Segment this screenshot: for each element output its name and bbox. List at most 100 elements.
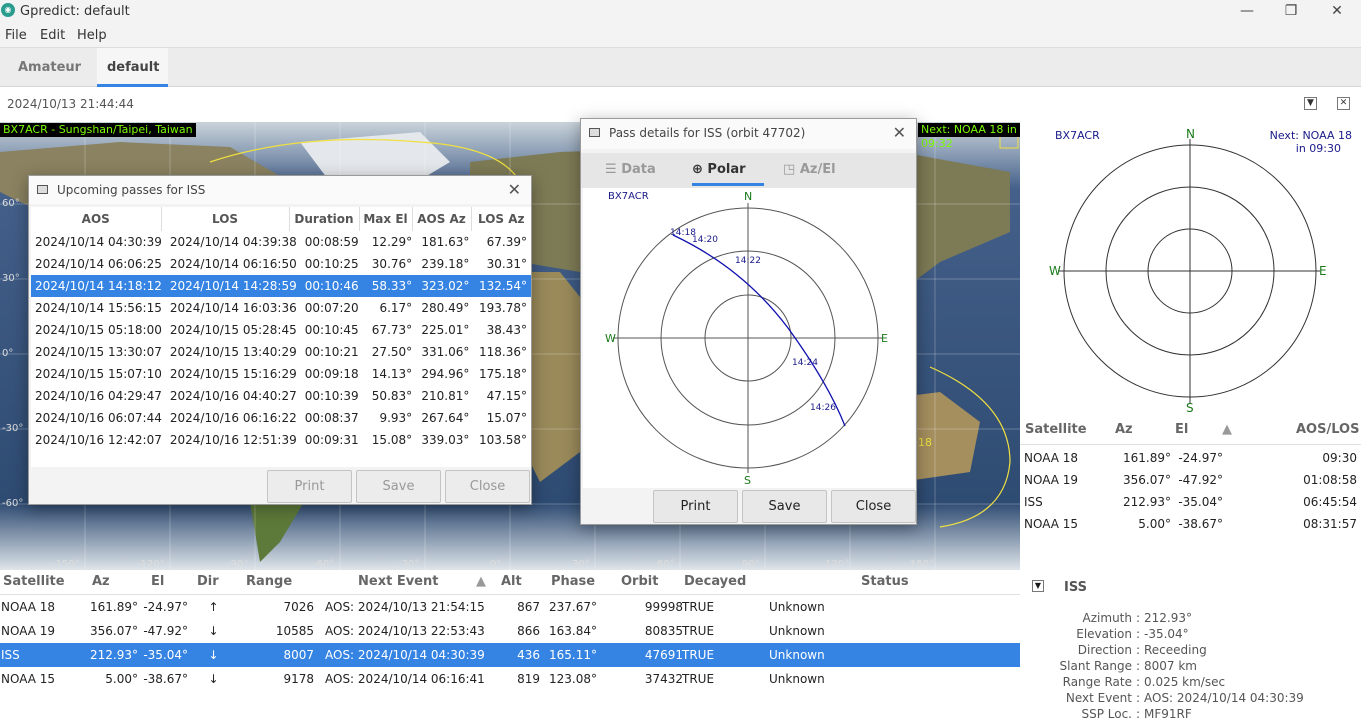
table-row[interactable]: NOAA 18 161.89° -24.97° ↑ 7026 AOS: 2024/10/1…: [0, 595, 1020, 619]
detail-value: 0.025 km/sec: [1144, 675, 1226, 689]
detail-separator: :: [1136, 691, 1141, 705]
pass-row[interactable]: 2024/10/14 04:30:39 2024/10/14 04:39:38 00…: [31, 231, 531, 253]
save-button[interactable]: Save: [356, 470, 441, 503]
pass-cell: 2024/10/14 06:06:25: [35, 257, 162, 271]
pass-cell: 2024/10/14 06:16:50: [169, 257, 297, 271]
col-header[interactable]: Orbit: [621, 574, 658, 589]
close-icon[interactable]: ✕: [893, 123, 906, 142]
pass-cell: 15.07°: [486, 411, 527, 425]
col-header[interactable]: AOS/LOS: [1296, 422, 1359, 437]
pass-row[interactable]: 2024/10/14 06:06:25 2024/10/14 06:16:50 00…: [31, 253, 531, 275]
col-header[interactable]: LOS Az: [471, 207, 531, 231]
options-icon[interactable]: ▼: [1032, 580, 1044, 592]
pass-row[interactable]: 2024/10/16 04:29:47 2024/10/16 04:40:27 00…: [31, 385, 531, 407]
pass-cell: 225.01°: [421, 323, 470, 337]
tab-azel[interactable]: ◳ Az/El: [783, 153, 836, 186]
dialog-title: Upcoming passes for ISS: [57, 183, 206, 197]
pass-cell: 00:10:25: [304, 257, 359, 271]
print-button[interactable]: Print: [653, 490, 738, 523]
tab-polar[interactable]: ⊕ Polar: [692, 153, 764, 186]
pass-cell: 193.78°: [479, 301, 527, 315]
col-header[interactable]: Next Event: [358, 574, 438, 589]
pass-row[interactable]: 2024/10/14 14:18:12 2024/10/14 14:28:59 00…: [31, 275, 531, 297]
detail-value: 212.93°: [1144, 611, 1192, 625]
col-header[interactable]: LOS: [161, 207, 290, 231]
save-button[interactable]: Save: [742, 490, 827, 523]
table-cell: 165.11°: [549, 648, 597, 662]
sat-list-cell: 212.93°: [1123, 495, 1171, 509]
close-icon[interactable]: ✕: [508, 180, 521, 199]
pass-cell: 2024/10/15 05:18:00: [35, 323, 162, 337]
sat-list-cell: ISS: [1024, 495, 1043, 509]
map-next-event-label: Next: NOAA 18 in 09:32: [918, 123, 1020, 150]
details-sat-name: ISS: [1064, 580, 1087, 595]
table-cell: 80835: [644, 624, 683, 638]
pass-row[interactable]: 2024/10/15 05:18:00 2024/10/15 05:28:45 00…: [31, 319, 531, 341]
lon-label: 120°: [825, 559, 850, 570]
dialog-title: Pass details for ISS (orbit 47702): [609, 126, 806, 140]
pass-cell: 2024/10/16 04:29:47: [35, 389, 162, 403]
pass-cell: 331.06°: [421, 345, 470, 359]
gpredict-icon: ◉: [1, 3, 15, 17]
lat-label: -30°: [2, 423, 24, 434]
table-cell: NOAA 19: [1, 624, 56, 638]
table-cell: Unknown: [769, 624, 825, 638]
next-event-time: in 09:30: [1295, 142, 1341, 155]
menu-file[interactable]: File: [5, 28, 27, 43]
table-cell: 819: [517, 672, 540, 686]
tab-label: Az/El: [799, 162, 836, 177]
pass-cell: 27.50°: [371, 345, 413, 359]
col-header[interactable]: Duration: [289, 207, 360, 231]
pass-cell: 132.54°: [473, 275, 531, 297]
pass-row[interactable]: 2024/10/15 13:30:07 2024/10/15 13:40:29 00…: [31, 341, 531, 363]
col-header[interactable]: AOS Az: [412, 207, 472, 231]
window-icon: [37, 185, 48, 194]
table-row[interactable]: NOAA 15 5.00° -38.67° ↓ 9178 AOS: 2024/10/14 …: [0, 667, 1020, 691]
menu-edit[interactable]: Edit: [40, 28, 65, 43]
maximize-icon[interactable]: ❐: [1276, 2, 1306, 20]
pass-row[interactable]: 2024/10/16 06:07:44 2024/10/16 06:16:22 00…: [31, 407, 531, 429]
pass-cell: 2024/10/14 16:03:36: [169, 301, 297, 315]
col-header[interactable]: Satellite: [3, 574, 65, 589]
col-header[interactable]: Phase: [551, 574, 595, 589]
col-header[interactable]: Max El: [359, 207, 413, 231]
dir-s: S: [744, 474, 751, 487]
passes-table[interactable]: AOS LOS Duration Max El AOS Az LOS Az 20…: [31, 207, 531, 467]
direction-arrow: ↓: [208, 624, 219, 638]
pass-cell: 2024/10/16 04:40:27: [169, 389, 297, 403]
col-header[interactable]: Range: [246, 574, 292, 589]
col-header[interactable]: Dir: [197, 574, 219, 589]
menu-help[interactable]: Help: [77, 28, 107, 43]
col-header[interactable]: Az: [1115, 422, 1133, 437]
col-header[interactable]: Satellite: [1025, 422, 1087, 437]
dir-n: N: [1186, 127, 1195, 141]
polar-view[interactable]: BX7ACR Next: NOAA 18 in 09:30 N S E W: [1020, 122, 1361, 420]
close-button[interactable]: Close: [831, 490, 916, 523]
col-header[interactable]: AOS: [31, 207, 162, 231]
col-header[interactable]: El: [151, 574, 164, 589]
col-header[interactable]: Decayed: [684, 574, 746, 589]
pass-row[interactable]: 2024/10/15 15:07:10 2024/10/15 15:16:29 00…: [31, 363, 531, 385]
table-cell: TRUE: [682, 600, 715, 614]
time-label: 14:20: [692, 235, 718, 245]
close-button[interactable]: Close: [445, 470, 530, 503]
tab-data[interactable]: ☰ Data: [605, 153, 656, 186]
list-icon: ☰: [605, 162, 622, 177]
minimize-icon[interactable]: —: [1232, 2, 1262, 20]
pass-row[interactable]: 2024/10/14 15:56:15 2024/10/14 16:03:36 00…: [31, 297, 531, 319]
print-button[interactable]: Print: [267, 470, 352, 503]
pass-cell: 00:08:59: [304, 235, 359, 249]
table-cell: NOAA 18: [1, 600, 56, 614]
col-header[interactable]: Status: [861, 574, 909, 589]
col-header[interactable]: Az: [92, 574, 110, 589]
col-header[interactable]: El: [1175, 422, 1188, 437]
module-options-icon[interactable]: ▼: [1304, 97, 1317, 110]
tab-default[interactable]: default: [97, 48, 168, 87]
table-row[interactable]: NOAA 19 356.07° -47.92° ↓ 10585 AOS: 2024/10/…: [0, 619, 1020, 643]
tab-amateur[interactable]: Amateur: [8, 48, 91, 87]
table-row[interactable]: ISS 212.93° -35.04° ↓ 8007 AOS: 2024/10/14 04…: [0, 643, 1020, 667]
col-header[interactable]: Alt: [501, 574, 522, 589]
module-close-icon[interactable]: ✕: [1337, 97, 1350, 110]
pass-row[interactable]: 2024/10/16 12:42:07 2024/10/16 12:51:39 00…: [31, 429, 531, 451]
close-window-icon[interactable]: ✕: [1322, 2, 1352, 20]
